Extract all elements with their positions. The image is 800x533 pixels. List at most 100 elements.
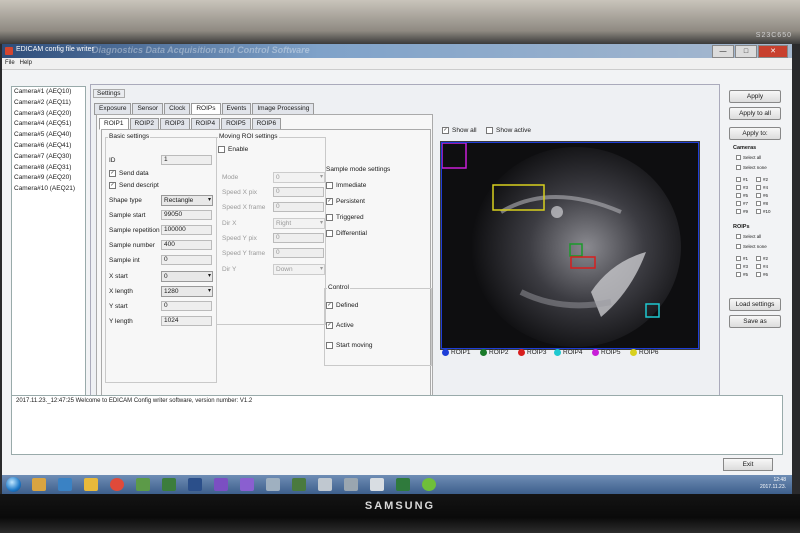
roip-check-2[interactable]: #2 (756, 256, 768, 261)
roips-title: ROIPs (733, 224, 750, 230)
camera-check-9[interactable]: #9 (736, 209, 748, 214)
camera-list-item[interactable]: Camera#4 (AEQ51) (12, 119, 85, 130)
start-moving-checkbox[interactable]: Start moving (326, 342, 373, 349)
excel-icon[interactable] (396, 478, 410, 491)
shape-type-select[interactable]: Rectangle (161, 195, 213, 206)
cameras-select-none[interactable]: Select none (736, 165, 767, 170)
close-button[interactable]: ✕ (758, 45, 788, 58)
persistent-checkbox[interactable]: ✓ Persistent (326, 198, 365, 205)
ie-icon[interactable] (58, 478, 72, 491)
explorer-icon[interactable] (84, 478, 98, 491)
apply-to-button[interactable]: Apply to: (729, 127, 781, 140)
speed-y-frame-field[interactable]: 0 (273, 248, 324, 258)
camera-list-item[interactable]: Camera#7 (AEQ30) (12, 152, 85, 163)
window-icon[interactable] (318, 478, 332, 491)
sample-number-field[interactable]: 400 (161, 240, 212, 250)
camera-list-item[interactable]: Camera#2 (AEQ11) (12, 98, 85, 109)
camera-preview[interactable] (440, 141, 700, 350)
camera-check-10[interactable]: #10 (756, 209, 771, 214)
camera-list-item[interactable]: Camera#10 (AEQ21) (12, 184, 85, 195)
roip-check-4[interactable]: #4 (756, 264, 768, 269)
app-icon[interactable] (162, 478, 176, 491)
exit-button[interactable]: Exit (723, 458, 773, 471)
dir-x-select[interactable]: Right (273, 218, 325, 229)
sample-int-field[interactable]: 0 (161, 255, 212, 265)
app-icon[interactable] (292, 478, 306, 491)
camera-check-8[interactable]: #8 (756, 201, 768, 206)
camera-list-item[interactable]: Camera#9 (AEQ20) (12, 173, 85, 184)
camera-check-2[interactable]: #2 (756, 177, 768, 182)
checkbox-box (736, 185, 741, 190)
visual-studio-icon[interactable] (240, 478, 254, 491)
id-field[interactable]: 1 (161, 155, 212, 165)
roip-check-label: #6 (763, 272, 769, 277)
sample-repetition-field[interactable]: 100000 (161, 225, 212, 235)
roips-select-none[interactable]: Select none (736, 244, 767, 249)
minimize-button[interactable]: — (712, 45, 734, 58)
speed-x-frame-field[interactable]: 0 (273, 202, 324, 212)
menu-file[interactable]: File (5, 58, 15, 69)
dir-y-select[interactable]: Down (273, 264, 325, 275)
cameras-select-all[interactable]: Select all (736, 155, 761, 160)
camera-check-6[interactable]: #6 (756, 193, 768, 198)
menu-help[interactable]: Help (20, 58, 32, 69)
system-clock[interactable]: 12:48 2017.11.23. (760, 477, 786, 491)
camera-check-4[interactable]: #4 (756, 185, 768, 190)
app-icon[interactable] (136, 478, 150, 491)
roip-check-1[interactable]: #1 (736, 256, 748, 261)
camera-list-item[interactable]: Camera#6 (AEQ41) (12, 141, 85, 152)
roip-check-6[interactable]: #6 (756, 272, 768, 277)
camera-check-3[interactable]: #3 (736, 185, 748, 190)
send-data-checkbox[interactable]: ✓ Send data (109, 170, 149, 177)
send-descript-checkbox[interactable]: ✓ Send descript (109, 182, 159, 189)
start-button-icon[interactable] (6, 477, 21, 492)
camera-list-item[interactable]: Camera#1 (AEQ10) (12, 87, 85, 98)
camera-check-5[interactable]: #5 (736, 193, 748, 198)
window-icon[interactable] (370, 478, 384, 491)
defined-checkbox[interactable]: ✓ Defined (326, 302, 358, 309)
save-disk-icon[interactable] (188, 478, 202, 491)
chrome-icon[interactable] (110, 478, 124, 491)
camera-list-item[interactable]: Camera#3 (AEQ20) (12, 109, 85, 120)
camera-list-item[interactable]: Camera#8 (AEQ31) (12, 163, 85, 174)
speed-x-pix-label: Speed X pix (222, 189, 258, 196)
active-checkbox[interactable]: ✓ Active (326, 322, 354, 329)
differential-checkbox[interactable]: Differential (326, 230, 367, 237)
x-length-select[interactable]: 1280 (161, 286, 213, 297)
enable-checkbox[interactable]: Enable (218, 146, 248, 153)
roip-check-5[interactable]: #5 (736, 272, 748, 277)
show-active-checkbox[interactable]: Show active (486, 127, 531, 134)
settings-tab[interactable]: Settings (93, 89, 125, 98)
visual-studio-icon[interactable] (214, 478, 228, 491)
immediate-checkbox[interactable]: Immediate (326, 182, 366, 189)
mode-select[interactable]: 0 (273, 172, 325, 183)
speed-y-pix-field[interactable]: 0 (273, 233, 324, 243)
immediate-label: Immediate (336, 182, 367, 189)
apply-to-all-button[interactable]: Apply to all (729, 107, 781, 120)
maximize-button[interactable]: □ (735, 45, 757, 58)
save-as-button[interactable]: Save as (729, 315, 781, 328)
triggered-checkbox[interactable]: Triggered (326, 214, 364, 221)
y-start-field[interactable]: 0 (161, 301, 212, 311)
camera-check-1[interactable]: #1 (736, 177, 748, 182)
camera-check-7[interactable]: #7 (736, 201, 748, 206)
camera-list[interactable]: Camera#1 (AEQ10) Camera#2 (AEQ11) Camera… (11, 86, 86, 440)
camera-list-item[interactable]: Camera#5 (AEQ40) (12, 130, 85, 141)
window-icon[interactable] (266, 478, 280, 491)
speed-x-pix-field[interactable]: 0 (273, 187, 324, 197)
window-icon[interactable] (344, 478, 358, 491)
moving-roi-title: Moving ROI settings (218, 133, 279, 140)
folder-icon[interactable] (32, 478, 46, 491)
checkbox-box (736, 244, 741, 249)
camera-check-label: #6 (763, 193, 769, 198)
x-start-select[interactable]: 0 (161, 271, 213, 282)
y-length-field[interactable]: 1024 (161, 316, 212, 326)
roips-select-all[interactable]: Select all (736, 234, 761, 239)
sample-start-field[interactable]: 99050 (161, 210, 212, 220)
app-icon[interactable] (422, 478, 436, 491)
roip-check-3[interactable]: #3 (736, 264, 748, 269)
show-all-checkbox[interactable]: ✓ Show all (442, 127, 477, 134)
load-settings-button[interactable]: Load settings (729, 298, 781, 311)
apply-button[interactable]: Apply (729, 90, 781, 103)
camera-check-label: #4 (763, 185, 769, 190)
